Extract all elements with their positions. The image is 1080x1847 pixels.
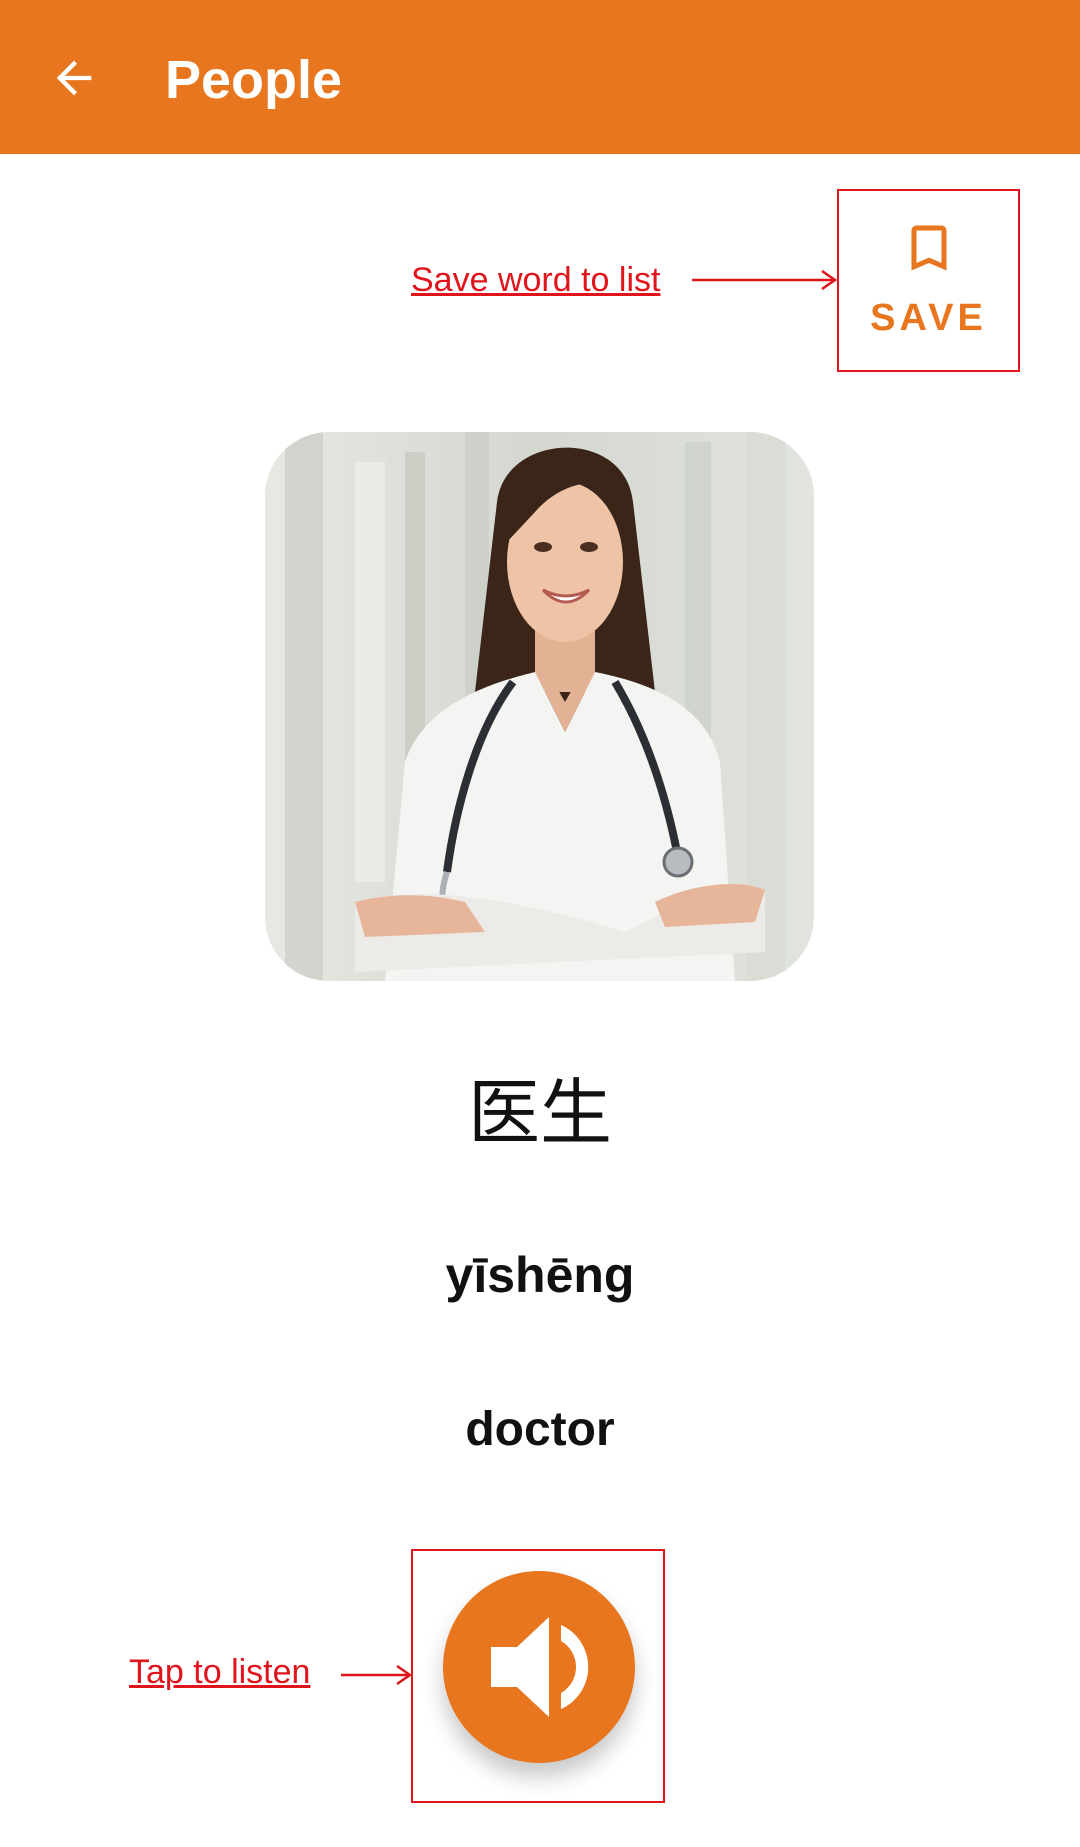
volume-speaker-icon (491, 1617, 589, 1717)
save-button-label: SAVE (870, 297, 987, 339)
save-annotation: Save word to list (411, 261, 661, 299)
word-meaning: doctor (465, 1403, 615, 1456)
bookmark-outline-icon (911, 225, 946, 271)
word-hanzi: 医生 (467, 1071, 612, 1155)
app-bar: People (0, 0, 1080, 154)
word-image (265, 432, 814, 981)
play-audio-circle[interactable] (443, 1571, 635, 1763)
save-annotation-arrow (692, 269, 838, 291)
back-button[interactable] (40, 44, 108, 112)
play-audio-button[interactable] (411, 1549, 665, 1803)
word-pinyin: yīshēng (445, 1247, 635, 1303)
page-title: People (165, 50, 343, 110)
arrow-left-icon (56, 60, 92, 96)
listen-annotation: Tap to listen (129, 1653, 311, 1691)
listen-annotation-arrow (341, 1664, 413, 1686)
save-button[interactable]: SAVE (837, 189, 1020, 372)
